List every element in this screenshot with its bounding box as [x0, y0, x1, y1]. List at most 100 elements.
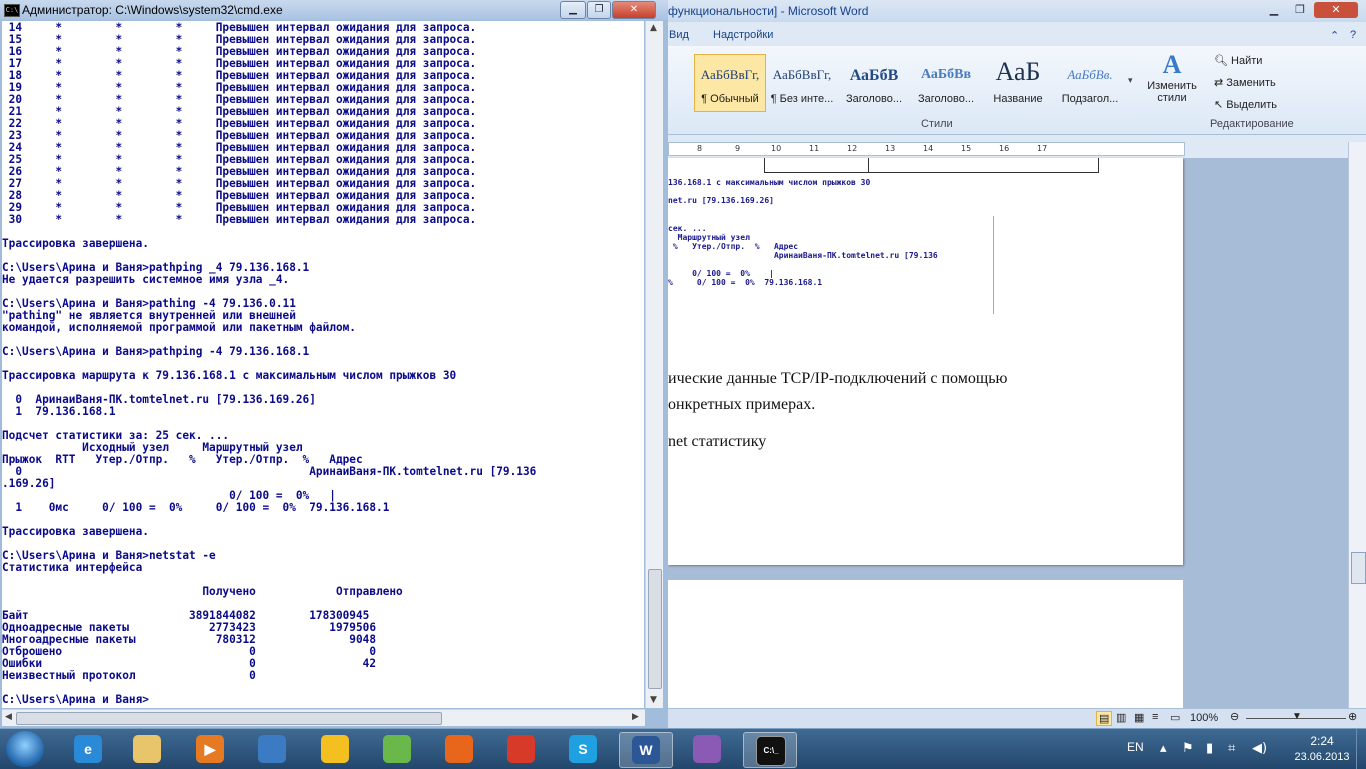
- minimize-icon[interactable]: ▁: [560, 1, 586, 19]
- scroll-right-icon[interactable]: ▶: [632, 712, 639, 722]
- replace-button[interactable]: ⇄ Заменить: [1214, 76, 1276, 89]
- zoom-in-icon[interactable]: ⊕: [1348, 710, 1357, 723]
- taskbar-ie[interactable]: e: [62, 732, 114, 766]
- console-output[interactable]: 14 * * * Превышен интервал ожидания для …: [2, 21, 644, 708]
- style-sample: АаБбВвГг,: [700, 67, 760, 82]
- taskbar-network[interactable]: [246, 732, 298, 766]
- taskbar-skype[interactable]: S: [557, 732, 609, 766]
- change-styles-icon: A: [1162, 50, 1182, 79]
- style-label: ¶ Обычный: [701, 93, 759, 105]
- minimize-icon[interactable]: ▁: [1262, 2, 1286, 18]
- document-page[interactable]: [668, 580, 1183, 708]
- taskbar-explorer[interactable]: [121, 732, 173, 766]
- style-label: Название: [993, 93, 1043, 105]
- replace-icon: ⇄: [1214, 77, 1227, 89]
- media-player-icon: ▶: [196, 735, 224, 763]
- vertical-scrollbar[interactable]: [1348, 142, 1366, 708]
- close-icon[interactable]: ✕: [1314, 2, 1358, 18]
- style-subtitle[interactable]: АаБбВв. Подзагол...: [1054, 54, 1126, 112]
- screenshot-line: АринаиВаня-ПК.tomtelnet.ru [79.136: [668, 251, 938, 260]
- flag-icon[interactable]: ⚑: [1182, 741, 1194, 756]
- cmd-icon: C:\_: [756, 736, 786, 766]
- more-styles-icon[interactable]: ▾: [1128, 76, 1133, 86]
- zoom-slider-thumb[interactable]: ▼: [1292, 711, 1302, 722]
- tab-addins[interactable]: Надстройки: [713, 29, 773, 41]
- print-layout-icon[interactable]: ▤: [1096, 711, 1113, 726]
- battery-icon[interactable]: ▮: [1206, 741, 1213, 756]
- ruler-number: 15: [961, 144, 972, 153]
- horizontal-scrollbar[interactable]: ◀ ▶: [2, 709, 645, 726]
- document-page[interactable]: 136.168.1 с максимальным числом прыжков …: [668, 158, 1183, 565]
- taskbar-media-player[interactable]: ▶: [184, 732, 236, 766]
- cmd-titlebar: C:\ Администратор: C:\Windows\system32\c…: [0, 0, 668, 20]
- network-icon[interactable]: ⌗: [1228, 741, 1235, 756]
- scroll-left-icon[interactable]: ◀: [5, 712, 12, 722]
- table-divider: [868, 158, 869, 172]
- style-heading-1[interactable]: АаБбВ Заголово...: [838, 54, 910, 112]
- style-label: ¶ Без инте...: [770, 93, 834, 105]
- chrome-canary-icon: [321, 735, 349, 763]
- close-icon[interactable]: ✕: [612, 1, 656, 19]
- body-text: ические данные TCP/IP-подключений с помо…: [668, 370, 1008, 387]
- zoom-out-icon[interactable]: ⊖: [1230, 710, 1239, 723]
- ie-icon: e: [74, 735, 102, 763]
- taskbar-cmd[interactable]: C:\_: [743, 732, 797, 768]
- style-title[interactable]: АаБ Название: [982, 54, 1054, 112]
- select-button[interactable]: ↖ Выделить: [1214, 98, 1277, 111]
- horizontal-ruler[interactable]: 8 9 10 11 12 13 14 15 16 17: [668, 142, 1185, 156]
- chrome-icon: [507, 735, 535, 763]
- restore-icon[interactable]: ❐: [1288, 2, 1312, 18]
- tab-view[interactable]: Вид: [669, 29, 689, 41]
- change-styles-label: Изменить стили: [1147, 80, 1197, 104]
- taskbar-word[interactable]: W: [619, 732, 673, 768]
- clock-date[interactable]: 23.06.2013: [1290, 751, 1354, 763]
- screenshot-line: % Утер./Отпр. % Адрес: [668, 242, 799, 251]
- screenshot-line: Маршрутный узел: [668, 233, 750, 242]
- vertical-scrollbar[interactable]: ▲ ▼: [645, 21, 663, 708]
- clock-time[interactable]: 2:24: [1300, 734, 1344, 748]
- ruler-number: 16: [999, 144, 1010, 153]
- start-button[interactable]: [6, 731, 44, 767]
- status-bar: ▤ ▥ ▦ ≡ ▭ 100% ⊖ ▼ ⊕: [668, 708, 1366, 729]
- style-normal[interactable]: АаБбВвГг, ¶ Обычный: [694, 54, 766, 112]
- scroll-thumb[interactable]: [1351, 552, 1366, 584]
- taskbar-firefox[interactable]: [433, 732, 485, 766]
- draft-icon[interactable]: ▭: [1170, 711, 1180, 724]
- restore-icon[interactable]: ❐: [587, 1, 611, 19]
- scroll-up-icon[interactable]: ▲: [650, 23, 657, 33]
- taskbar-wifi[interactable]: [371, 732, 423, 766]
- taskbar-chrome[interactable]: [495, 732, 547, 766]
- chevron-up-icon[interactable]: ▴: [1160, 741, 1167, 756]
- help-icon[interactable]: ?: [1350, 29, 1356, 41]
- console-text[interactable]: 14 * * * Превышен интервал ожидания для …: [2, 21, 644, 706]
- change-styles-button[interactable]: A Изменить стили: [1140, 50, 1204, 104]
- zoom-level[interactable]: 100%: [1190, 712, 1218, 724]
- show-desktop-button[interactable]: [1356, 729, 1366, 769]
- table-fragment: [764, 158, 1099, 173]
- volume-icon[interactable]: ◀): [1252, 741, 1267, 756]
- body-text: онкретных примерах.: [668, 396, 816, 413]
- style-label: Заголово...: [917, 93, 975, 105]
- style-heading-2[interactable]: АаБбВв Заголово...: [910, 54, 982, 112]
- find-button[interactable]: 🔍︎ Найти: [1214, 54, 1262, 67]
- firefox-icon: [445, 735, 473, 763]
- scroll-thumb[interactable]: [16, 712, 442, 725]
- wifi-icon: [383, 735, 411, 763]
- taskbar-onenote[interactable]: [681, 732, 733, 766]
- scroll-thumb[interactable]: [648, 569, 662, 689]
- language-indicator[interactable]: EN: [1127, 740, 1144, 754]
- editing-group-label: Редактирование: [1210, 118, 1294, 130]
- word-title: функциональности] - Microsoft Word: [668, 4, 869, 18]
- style-sample: АаБ: [995, 57, 1041, 86]
- taskbar: e ▶ S W C:\_ EN ▴ ⚑ ▮ ⌗ ◀) 2:24 23.06.2013: [0, 728, 1366, 769]
- styles-group-label: Стили: [921, 118, 953, 130]
- outline-icon[interactable]: ≡: [1152, 711, 1158, 723]
- chevron-up-icon[interactable]: ⌃: [1330, 29, 1339, 42]
- scroll-down-icon[interactable]: ▼: [650, 695, 657, 705]
- style-no-spacing[interactable]: АаБбВвГг, ¶ Без инте...: [766, 54, 838, 112]
- cmd-window: C:\ Администратор: C:\Windows\system32\c…: [0, 0, 668, 728]
- full-screen-icon[interactable]: ▥: [1116, 711, 1126, 724]
- taskbar-chrome-canary[interactable]: [309, 732, 361, 766]
- web-layout-icon[interactable]: ▦: [1134, 711, 1144, 724]
- style-label: Заголово...: [845, 93, 903, 105]
